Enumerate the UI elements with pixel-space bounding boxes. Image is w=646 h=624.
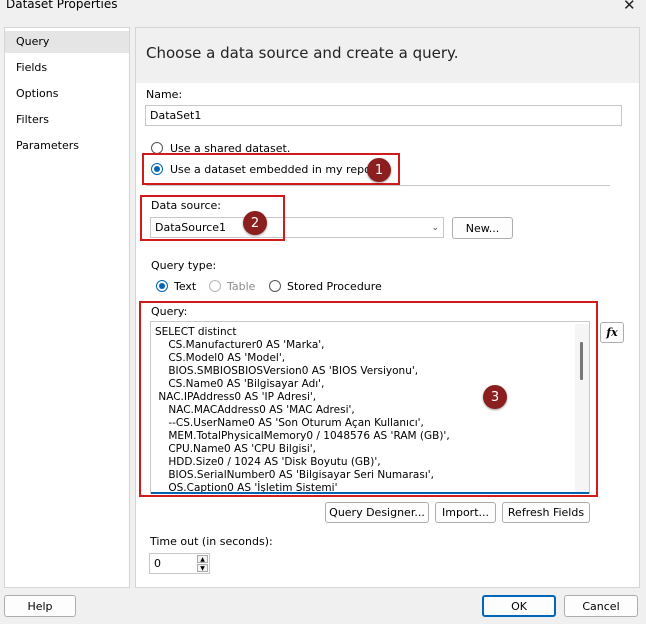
import-button[interactable]: Import...	[435, 502, 496, 523]
window-title: Dataset Properties	[6, 0, 118, 11]
nav-item-options[interactable]: Options	[5, 83, 129, 105]
callout-box-3	[139, 301, 598, 497]
name-label: Name:	[146, 88, 183, 101]
refresh-fields-button[interactable]: Refresh Fields	[502, 502, 590, 523]
title-bar: Dataset Properties ✕	[0, 0, 646, 18]
query-type-table-label: Table	[227, 280, 256, 293]
callout-badge-1: 1	[367, 158, 391, 182]
nav-panel: Query Fields Options Filters Parameters	[4, 27, 130, 588]
new-data-source-button[interactable]: New...	[452, 217, 513, 239]
query-type-text-label: Text	[174, 280, 197, 293]
query-type-stored-procedure-radio[interactable]	[269, 280, 281, 292]
main-panel: Choose a data source and create a query.…	[135, 27, 640, 588]
query-type-table-radio	[209, 280, 221, 292]
callout-badge-2: 2	[243, 211, 267, 235]
header-band: Choose a data source and create a query.	[136, 28, 639, 83]
timeout-spinbox[interactable]: 0 ▲ ▼	[149, 553, 210, 574]
divider	[146, 185, 610, 186]
query-type-label: Query type:	[151, 259, 217, 272]
callout-box-1	[142, 153, 400, 185]
help-button[interactable]: Help	[4, 595, 76, 617]
query-type-text-radio[interactable]	[156, 280, 168, 292]
spin-up-icon[interactable]: ▲	[197, 555, 208, 563]
spin-down-icon[interactable]: ▼	[197, 564, 208, 572]
name-field[interactable]: DataSet1	[145, 105, 622, 126]
nav-item-query[interactable]: Query	[5, 31, 129, 53]
ok-button[interactable]: OK	[482, 595, 556, 617]
callout-badge-3: 3	[483, 385, 507, 409]
expression-fx-button[interactable]: fx	[600, 322, 624, 343]
nav-item-filters[interactable]: Filters	[5, 109, 129, 131]
query-type-stored-procedure-label: Stored Procedure	[287, 280, 382, 293]
query-designer-button[interactable]: Query Designer...	[325, 502, 429, 523]
close-icon[interactable]: ✕	[623, 0, 636, 14]
chevron-down-icon: ⌄	[431, 222, 439, 233]
page-heading: Choose a data source and create a query.	[146, 44, 459, 62]
cancel-button[interactable]: Cancel	[564, 595, 638, 617]
nav-item-parameters[interactable]: Parameters	[5, 135, 129, 157]
timeout-value: 0	[154, 557, 161, 570]
timeout-label: Time out (in seconds):	[150, 535, 273, 548]
nav-item-fields[interactable]: Fields	[5, 57, 129, 79]
